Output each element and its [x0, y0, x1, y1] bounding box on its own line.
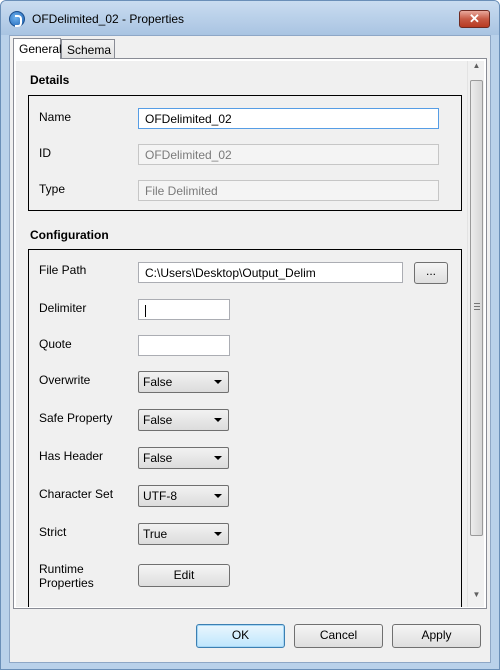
overwrite-label: Overwrite [39, 373, 91, 387]
app-icon [9, 11, 25, 27]
strict-label: Strict [39, 525, 67, 539]
safe-property-select[interactable]: False [138, 409, 229, 431]
tab-schema[interactable]: Schema [61, 39, 115, 58]
has-header-label: Has Header [39, 449, 104, 463]
type-label: Type [39, 182, 66, 196]
scroll-down-arrow-icon[interactable]: ▼ [468, 590, 485, 607]
chevron-down-icon [214, 380, 222, 384]
configuration-section-title: Configuration [30, 228, 109, 242]
window-title: OFDelimited_02 - Properties [32, 12, 185, 26]
runtime-properties-label-line1: Runtime [39, 562, 84, 576]
file-path-input[interactable]: C:\Users\Desktop\Output_Delim [138, 262, 403, 283]
chevron-down-icon [214, 456, 222, 460]
text-cursor [145, 304, 146, 317]
vertical-scrollbar[interactable]: ▲ ▼ [467, 61, 484, 607]
cancel-button[interactable]: Cancel [294, 624, 383, 648]
grip-icon [474, 303, 480, 310]
delimiter-label: Delimiter [39, 301, 87, 315]
scrollbar-thumb[interactable] [470, 80, 483, 536]
type-field: File Delimited [138, 180, 439, 201]
browse-button[interactable]: ... [414, 262, 448, 284]
delimiter-input[interactable] [138, 299, 230, 320]
name-label: Name [39, 110, 72, 124]
chevron-down-icon [214, 418, 222, 422]
has-header-value: False [143, 451, 173, 465]
character-set-label: Character Set [39, 487, 114, 501]
details-section-title: Details [30, 73, 70, 87]
tab-general[interactable]: General [13, 38, 62, 59]
properties-scroll-area: Details Name OFDelimited_02 ID OFDelimit… [16, 61, 467, 607]
ok-button[interactable]: OK [196, 624, 285, 648]
safe-property-label: Safe Property [39, 411, 113, 425]
apply-button[interactable]: Apply [392, 624, 481, 648]
general-tab-page: Details Name OFDelimited_02 ID OFDelimit… [13, 58, 487, 609]
runtime-properties-label-line2: Properties [39, 576, 94, 590]
id-label: ID [39, 146, 51, 160]
close-button[interactable]: ✕ [459, 10, 490, 28]
overwrite-select[interactable]: False [138, 371, 229, 393]
dialog-client-area: General Schema Details Name OFDelimited_… [9, 35, 491, 663]
strict-value: True [143, 527, 168, 541]
overwrite-value: False [143, 375, 173, 389]
character-set-select[interactable]: UTF-8 [138, 485, 229, 507]
properties-dialog: OFDelimited_02 - Properties ✕ General Sc… [0, 0, 500, 670]
name-input[interactable]: OFDelimited_02 [138, 108, 439, 129]
quote-label: Quote [39, 337, 72, 351]
chevron-down-icon [214, 494, 222, 498]
character-set-value: UTF-8 [143, 489, 177, 503]
runtime-properties-edit-button[interactable]: Edit [138, 564, 230, 587]
file-path-label: File Path [39, 263, 87, 277]
details-group: Name OFDelimited_02 ID OFDelimited_02 Ty… [28, 95, 462, 211]
quote-input[interactable] [138, 335, 230, 356]
chevron-down-icon [214, 532, 222, 536]
strict-select[interactable]: True [138, 523, 229, 545]
scroll-up-arrow-icon[interactable]: ▲ [468, 61, 485, 78]
id-field: OFDelimited_02 [138, 144, 439, 165]
has-header-select[interactable]: False [138, 447, 229, 469]
title-bar[interactable]: OFDelimited_02 - Properties ✕ [1, 1, 499, 35]
safe-property-value: False [143, 413, 173, 427]
configuration-group: File Path C:\Users\Desktop\Output_Delim … [28, 249, 462, 607]
